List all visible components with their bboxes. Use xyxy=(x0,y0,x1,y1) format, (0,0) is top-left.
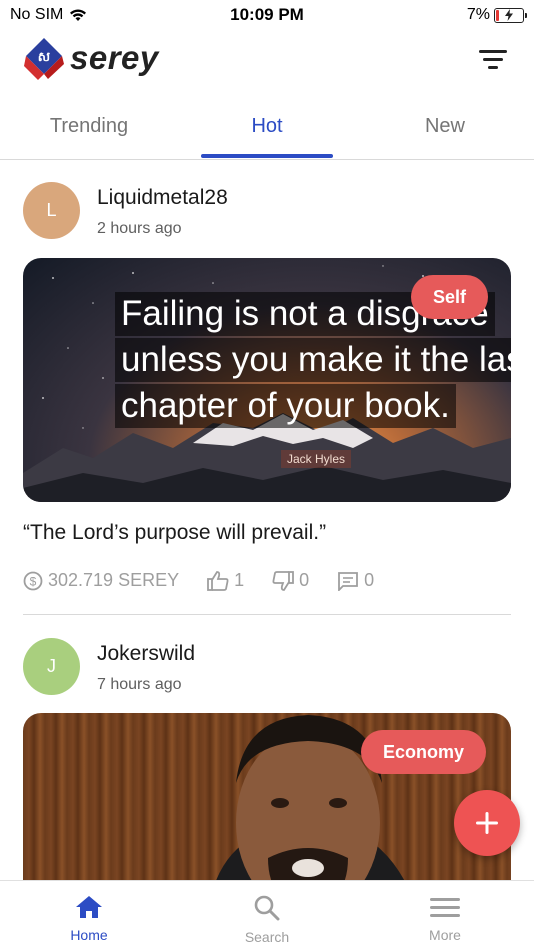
active-tab-indicator xyxy=(201,154,333,158)
comment-button[interactable]: 0 xyxy=(337,570,374,591)
category-tag[interactable]: Economy xyxy=(361,730,487,774)
app-name: serey xyxy=(70,39,159,76)
battery-status: 7% xyxy=(466,6,527,24)
image-quote-line: chapter of your book. xyxy=(115,384,456,428)
home-icon xyxy=(76,896,102,918)
like-count: 1 xyxy=(234,570,245,590)
dislike-button[interactable]: 0 xyxy=(272,570,309,591)
avatar-letter: J xyxy=(47,656,56,676)
nav-search[interactable]: Search xyxy=(178,881,356,950)
svg-text:$: $ xyxy=(30,574,37,588)
post-title[interactable]: “The Lord’s purpose will prevail.” xyxy=(23,521,326,545)
serey-logo-icon: ស xyxy=(24,38,64,80)
post-feed[interactable]: L Liquidmetal28 2 hours ago Failing is n… xyxy=(0,160,534,880)
comment-icon xyxy=(338,571,359,591)
post-divider xyxy=(23,614,511,615)
bottom-nav: Home Search More xyxy=(0,880,534,950)
dollar-coin-icon: $ xyxy=(23,571,43,590)
status-bar: No SIM 10:09 PM 7% xyxy=(0,0,534,30)
like-button[interactable]: 1 xyxy=(207,570,244,591)
nav-search-label: Search xyxy=(244,929,290,945)
thumbs-up-icon xyxy=(207,570,229,591)
nav-home-label: Home xyxy=(70,927,108,943)
post-author[interactable]: Jokerswild xyxy=(97,642,195,666)
tab-new[interactable]: New xyxy=(356,100,534,159)
post-card[interactable]: L Liquidmetal28 2 hours ago Failing is n… xyxy=(0,160,534,616)
category-tag[interactable]: Self xyxy=(411,275,489,319)
svg-text:ស: ស xyxy=(38,49,51,64)
post-author[interactable]: Liquidmetal28 xyxy=(97,186,228,210)
payout-amount: 302.719 SEREY xyxy=(48,570,180,590)
avatar[interactable]: J xyxy=(23,638,80,695)
nav-more-label: More xyxy=(429,927,461,943)
nav-home[interactable]: Home xyxy=(0,881,178,950)
payout-stat: $ 302.719 SEREY xyxy=(23,570,179,591)
tab-hot[interactable]: Hot xyxy=(178,100,356,159)
battery-icon xyxy=(494,7,527,23)
dislike-count: 0 xyxy=(299,570,310,590)
thumbs-down-icon xyxy=(272,570,295,591)
avatar[interactable]: L xyxy=(23,182,80,239)
feed-tabs: Trending Hot New xyxy=(0,100,534,160)
menu-icon xyxy=(430,898,460,917)
image-attribution: Jack Hyles xyxy=(281,450,352,468)
app-header: ស serey xyxy=(0,30,534,92)
post-card[interactable]: J Jokerswild 7 hours ago Economy xyxy=(0,616,534,880)
search-icon xyxy=(254,895,280,921)
create-post-button[interactable] xyxy=(454,790,520,856)
battery-percent: 7% xyxy=(466,6,490,23)
app-logo[interactable]: ស serey xyxy=(24,36,159,80)
nav-more[interactable]: More xyxy=(356,881,534,950)
status-time: 10:09 PM xyxy=(230,5,304,24)
avatar-letter: L xyxy=(46,200,57,220)
post-time: 2 hours ago xyxy=(97,220,182,237)
filter-icon[interactable] xyxy=(478,46,508,72)
plus-icon xyxy=(476,812,498,834)
image-quote-line: unless you make it the last xyxy=(115,338,511,382)
comment-count: 0 xyxy=(364,570,375,590)
post-time: 7 hours ago xyxy=(97,676,182,693)
tab-trending[interactable]: Trending xyxy=(0,100,178,159)
post-stats: $ 302.719 SEREY 1 0 0 xyxy=(23,570,402,591)
